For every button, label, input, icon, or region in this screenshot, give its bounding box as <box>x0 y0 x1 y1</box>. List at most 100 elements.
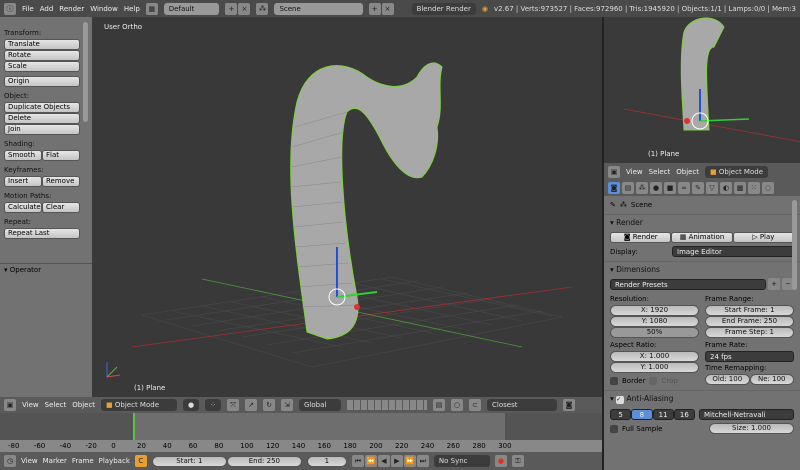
tab-texture-icon[interactable]: ▩ <box>734 182 746 194</box>
play-icon[interactable]: ▶ <box>390 455 403 467</box>
tab-particles-icon[interactable]: ⁙ <box>748 182 760 194</box>
menu-help[interactable]: Help <box>124 5 140 13</box>
animation-button[interactable]: ▦ Animation <box>671 232 733 243</box>
duplicate-objects-button[interactable]: Duplicate Objects <box>4 102 80 113</box>
tab-constraints-icon[interactable]: ∞ <box>678 182 690 194</box>
menu-frame[interactable]: Frame <box>72 457 94 465</box>
resolution-x-field[interactable]: X: 1920 <box>610 305 699 316</box>
flat-button[interactable]: Flat <box>42 150 80 161</box>
mode-select[interactable]: ■ Object Mode <box>101 399 178 411</box>
resolution-y-field[interactable]: Y: 1080 <box>610 316 699 327</box>
scale-manipulator-icon[interactable]: ⇲ <box>281 399 294 411</box>
aspect-y-field[interactable]: Y: 1.000 <box>610 362 699 373</box>
render-button[interactable]: ◙ Render <box>610 232 672 243</box>
aa-samples-5[interactable]: 5 <box>610 409 632 420</box>
tab-object-icon[interactable]: ■ <box>664 182 676 194</box>
properties-scrollbar[interactable] <box>792 200 797 290</box>
remove-layout-icon[interactable]: × <box>238 2 251 15</box>
remap-old-field[interactable]: Old: 100 <box>705 374 750 385</box>
end-frame-field[interactable]: End Frame: 250 <box>705 316 794 327</box>
pin-icon[interactable]: ✎ <box>610 201 616 209</box>
layout-icon[interactable]: ▦ <box>145 2 158 15</box>
frame-step-field[interactable]: Frame Step: 1 <box>705 327 794 338</box>
anti-aliasing-panel-header[interactable]: ▾ ✓ Anti-Aliasing <box>604 390 800 407</box>
join-button[interactable]: Join <box>4 124 80 135</box>
prev-keyframe-icon[interactable]: ⏪ <box>364 455 377 467</box>
anti-aliasing-checkbox[interactable]: ✓ <box>616 396 625 404</box>
snap-icon[interactable]: ⊂ <box>469 399 482 411</box>
current-frame-line[interactable] <box>133 413 135 440</box>
remap-new-field[interactable]: Ne: 100 <box>749 374 794 385</box>
timeline-area[interactable] <box>0 413 602 440</box>
toolshelf-scrollbar[interactable] <box>83 22 88 122</box>
filter-size-field[interactable]: Size: 1.000 <box>709 423 794 434</box>
origin-button[interactable]: Origin <box>4 76 80 87</box>
repeat-last-button[interactable]: Repeat Last <box>4 228 80 239</box>
rotate-button[interactable]: Rotate <box>4 50 80 61</box>
menu-select[interactable]: Select <box>45 401 67 409</box>
tab-world-icon[interactable]: ● <box>650 182 662 194</box>
pivot-select[interactable]: ⁘ <box>205 399 222 411</box>
start-frame-field[interactable]: Start Frame: 1 <box>705 305 794 316</box>
tab-physics-icon[interactable]: ◌ <box>762 182 774 194</box>
editor-type-icon[interactable]: ▣ <box>4 399 16 411</box>
frame-rate-select[interactable]: 24 fps <box>705 351 794 362</box>
clear-button[interactable]: Clear <box>42 202 80 213</box>
add-layout-icon[interactable]: + <box>225 2 238 15</box>
manipulator-icon[interactable]: ⤧ <box>227 399 240 411</box>
jump-start-icon[interactable]: ⏮ <box>351 455 364 467</box>
scene-select[interactable]: Scene <box>274 2 363 15</box>
editor-type-icon[interactable]: ◷ <box>4 455 16 467</box>
aa-samples-11[interactable]: 11 <box>652 409 674 420</box>
render-presets-select[interactable]: Render Presets <box>610 278 766 290</box>
add-scene-icon[interactable]: + <box>368 2 381 15</box>
jump-end-icon[interactable]: ⏭ <box>416 455 429 467</box>
next-keyframe-icon[interactable]: ⏩ <box>403 455 416 467</box>
x-gizmo-handle[interactable] <box>354 304 360 310</box>
3d-viewport[interactable]: User Ortho (1) Plane <box>92 17 602 397</box>
render-engine-select[interactable]: Blender Render <box>411 2 476 15</box>
rotate-manipulator-icon[interactable]: ↻ <box>263 399 276 411</box>
menu-marker[interactable]: Marker <box>43 457 67 465</box>
operator-panel-header[interactable]: ▾ Operator <box>0 263 92 276</box>
aa-filter-select[interactable]: Mitchell-Netravali <box>699 409 794 420</box>
mode-select[interactable]: ■ Object Mode <box>705 165 769 178</box>
remove-scene-icon[interactable]: × <box>381 2 394 15</box>
render-panel-header[interactable]: ▾ Render <box>604 214 800 230</box>
preview-range-icon[interactable]: C <box>134 455 147 467</box>
camera-viewport[interactable]: (1) Plane <box>602 17 800 163</box>
scene-icon[interactable]: ⁂ <box>256 2 269 15</box>
translate-button[interactable]: Translate <box>4 39 80 50</box>
end-frame-field[interactable]: End: 250 <box>226 455 302 467</box>
render-layers-icon[interactable]: ▤ <box>433 399 446 411</box>
layout-select[interactable]: Default <box>163 2 220 15</box>
insert-keyframe-button[interactable]: Insert <box>4 176 42 187</box>
menu-object[interactable]: Object <box>676 168 699 176</box>
smooth-button[interactable]: Smooth <box>4 150 42 161</box>
calculate-button[interactable]: Calculate <box>4 202 42 213</box>
menu-add[interactable]: Add <box>40 5 54 13</box>
menu-view[interactable]: View <box>626 168 643 176</box>
keying-set-icon[interactable]: ⚿ <box>511 455 524 467</box>
menu-render[interactable]: Render <box>59 5 84 13</box>
dimensions-panel-header[interactable]: ▾ Dimensions <box>604 261 800 277</box>
display-select[interactable]: Image Editor <box>672 246 794 257</box>
menu-file[interactable]: File <box>22 5 34 13</box>
scale-button[interactable]: Scale <box>4 61 80 72</box>
translate-manipulator-icon[interactable]: ↗ <box>245 399 258 411</box>
sync-select[interactable]: No Sync <box>433 455 490 467</box>
shading-select[interactable]: ● <box>183 399 200 411</box>
resolution-percent-slider[interactable]: 50% <box>610 327 699 338</box>
timeline-ruler[interactable]: -80 -60 -40 -20 0 20 40 60 80 100 120 140 160 180 200 2… <box>0 440 602 452</box>
tab-render-layers-icon[interactable]: ▤ <box>622 182 634 194</box>
tab-material-icon[interactable]: ◐ <box>720 182 732 194</box>
tab-scene-icon[interactable]: ⁂ <box>636 182 648 194</box>
snap-target-select[interactable]: Closest <box>487 399 558 411</box>
full-sample-checkbox[interactable] <box>610 424 618 433</box>
menu-view[interactable]: View <box>22 401 39 409</box>
aa-samples-16[interactable]: 16 <box>673 409 695 420</box>
menu-view[interactable]: View <box>21 457 38 465</box>
add-preset-icon[interactable]: + <box>768 278 780 290</box>
tab-data-icon[interactable]: ▽ <box>706 182 718 194</box>
crop-checkbox[interactable] <box>649 377 658 385</box>
